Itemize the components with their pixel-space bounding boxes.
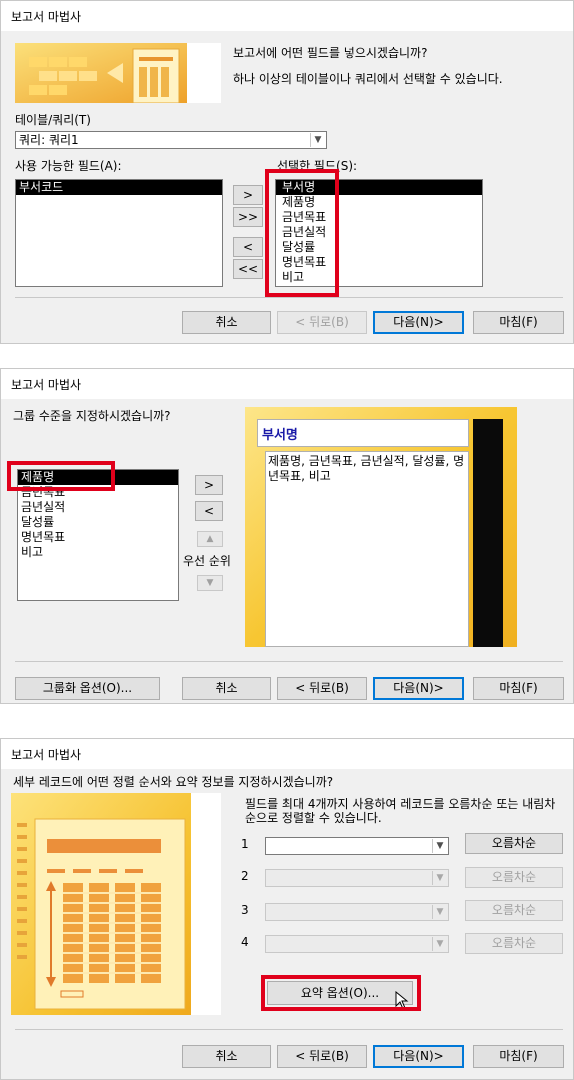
sort-order-2-button[interactable]: 오름차순 [465,867,563,888]
grouping-options-button[interactable]: 그룹화 옵션(O)... [15,677,160,700]
selected-fields-list[interactable]: 부서명 제품명 금년목표 금년실적 달성률 명년목표 비고 [275,179,483,287]
preview-detail-fields: 제품명, 금년목표, 금년실적, 달성률, 명년목표, 비고 [268,454,465,483]
summary-options-label: 요약 옵션(O)... [300,986,380,1000]
mouse-cursor-icon [395,991,409,1010]
divider [15,297,563,298]
sort-field-3-select[interactable]: ▼ [265,903,449,921]
summary-options-button[interactable]: 요약 옵션(O)... [267,981,413,1005]
remove-group-button[interactable]: < [195,501,223,521]
list-item[interactable]: 부서명 [276,180,482,195]
sort-field-2-select[interactable]: ▼ [265,869,449,887]
report-wizard-dialog-sorting: 보고서 마법사 세부 레코드에 어떤 정렬 순서와 요약 정보를 지정하시겠습니… [0,738,574,1080]
question-text: 세부 레코드에 어떤 정렬 순서와 요약 정보를 지정하시겠습니까? [13,775,334,789]
list-item[interactable]: 금년실적 [276,225,482,240]
wizard-image [11,793,191,1015]
chevron-down-icon[interactable]: ▼ [432,905,447,919]
question-text: 그룹 수준을 지정하시겠습니까? [13,409,171,423]
priority-up-button[interactable]: ▲ [197,531,223,547]
available-fields-list[interactable]: 부서코드 [15,179,223,287]
dialog-title: 보고서 마법사 [1,739,573,769]
preview-group-header: 부서명 [257,419,469,447]
preview-group-name: 부서명 [262,428,298,443]
dialog-title: 보고서 마법사 [1,369,573,399]
priority-label: 우선 순위 [183,554,231,568]
list-item[interactable]: 금년목표 [276,210,482,225]
list-item[interactable]: 금년목표 [18,485,178,500]
wizard-image [15,43,187,104]
sort-row-number: 3 [241,903,249,917]
list-item[interactable]: 제품명 [276,195,482,210]
cancel-button[interactable]: 취소 [182,1045,271,1068]
add-all-fields-button[interactable]: >> [233,207,263,227]
remove-all-fields-button[interactable]: << [233,259,263,279]
description-text: 필드를 최대 4개까지 사용하여 레코드를 오름차순 또는 내림차순으로 정렬할… [245,797,556,825]
available-fields-label: 사용 가능한 필드(A): [15,159,122,173]
grouping-preview: 부서명 제품명, 금년목표, 금년실적, 달성률, 명년목표, 비고 [245,407,517,647]
chevron-down-icon[interactable]: ▼ [432,839,447,853]
sort-order-1-button[interactable]: 오름차순 [465,833,563,854]
selected-fields-label: 선택한 필드(S): [277,159,358,173]
table-query-value: 쿼리: 쿼리1 [19,133,79,147]
arrow-up-icon: ▲ [206,534,214,544]
sort-field-4-select[interactable]: ▼ [265,935,449,953]
arrow-down-icon: ▼ [206,578,214,588]
question-text: 보고서에 어떤 필드를 넣으시겠습니까? [233,46,428,60]
sort-field-1-select[interactable]: ▼ [265,837,449,855]
chevron-down-icon[interactable]: ▼ [310,133,325,147]
list-item[interactable]: 달성률 [18,515,178,530]
next-button[interactable]: 다음(N)> [373,1045,464,1068]
list-item[interactable]: 부서코드 [16,180,222,195]
list-item[interactable]: 금년실적 [18,500,178,515]
sort-order-4-button[interactable]: 오름차순 [465,933,563,954]
finish-button[interactable]: 마침(F) [473,677,564,700]
back-button[interactable]: < 뒤로(B) [277,1045,367,1068]
wizard-illustration [11,793,221,1015]
list-item[interactable]: 달성률 [276,240,482,255]
sort-row-number: 1 [241,837,249,851]
next-button[interactable]: 다음(N)> [373,311,464,334]
back-button[interactable]: < 뒤로(B) [277,311,367,334]
report-wizard-dialog-fields: 보고서 마법사 보고서에 어떤 필드를 넣으시겠습니까? 하나 이상의 테이블이… [0,0,574,344]
list-item[interactable]: 비고 [18,545,178,560]
priority-down-button[interactable]: ▼ [197,575,223,591]
wizard-illustration [15,43,221,104]
chevron-down-icon[interactable]: ▼ [432,871,447,885]
sort-row-number: 2 [241,869,249,883]
divider [15,1029,563,1030]
sort-order-3-button[interactable]: 오름차순 [465,900,563,921]
add-field-button[interactable]: > [233,185,263,205]
list-item[interactable]: 명년목표 [276,255,482,270]
divider [15,661,563,662]
sub-text: 하나 이상의 테이블이나 쿼리에서 선택할 수 있습니다. [233,72,503,86]
finish-button[interactable]: 마침(F) [473,311,564,334]
list-item[interactable]: 비고 [276,270,482,285]
preview-detail-box: 제품명, 금년목표, 금년실적, 달성률, 명년목표, 비고 [265,451,469,647]
sort-row-number: 4 [241,935,249,949]
list-item[interactable]: 명년목표 [18,530,178,545]
table-query-label: 테이블/쿼리(T) [15,113,91,127]
next-button[interactable]: 다음(N)> [373,677,464,700]
list-item[interactable]: 제품명 [18,470,178,485]
finish-button[interactable]: 마침(F) [473,1045,564,1068]
report-wizard-dialog-grouping: 보고서 마법사 그룹 수준을 지정하시겠습니까? 제품명 금년목표 금년실적 달… [0,368,574,704]
dialog-title: 보고서 마법사 [1,1,573,31]
chevron-down-icon[interactable]: ▼ [432,937,447,951]
back-button[interactable]: < 뒤로(B) [277,677,367,700]
table-query-select[interactable]: 쿼리: 쿼리1 ▼ [15,131,327,149]
cancel-button[interactable]: 취소 [182,677,271,700]
cancel-button[interactable]: 취소 [182,311,271,334]
remove-field-button[interactable]: < [233,237,263,257]
add-group-button[interactable]: > [195,475,223,495]
grouping-fields-list[interactable]: 제품명 금년목표 금년실적 달성률 명년목표 비고 [17,469,179,601]
